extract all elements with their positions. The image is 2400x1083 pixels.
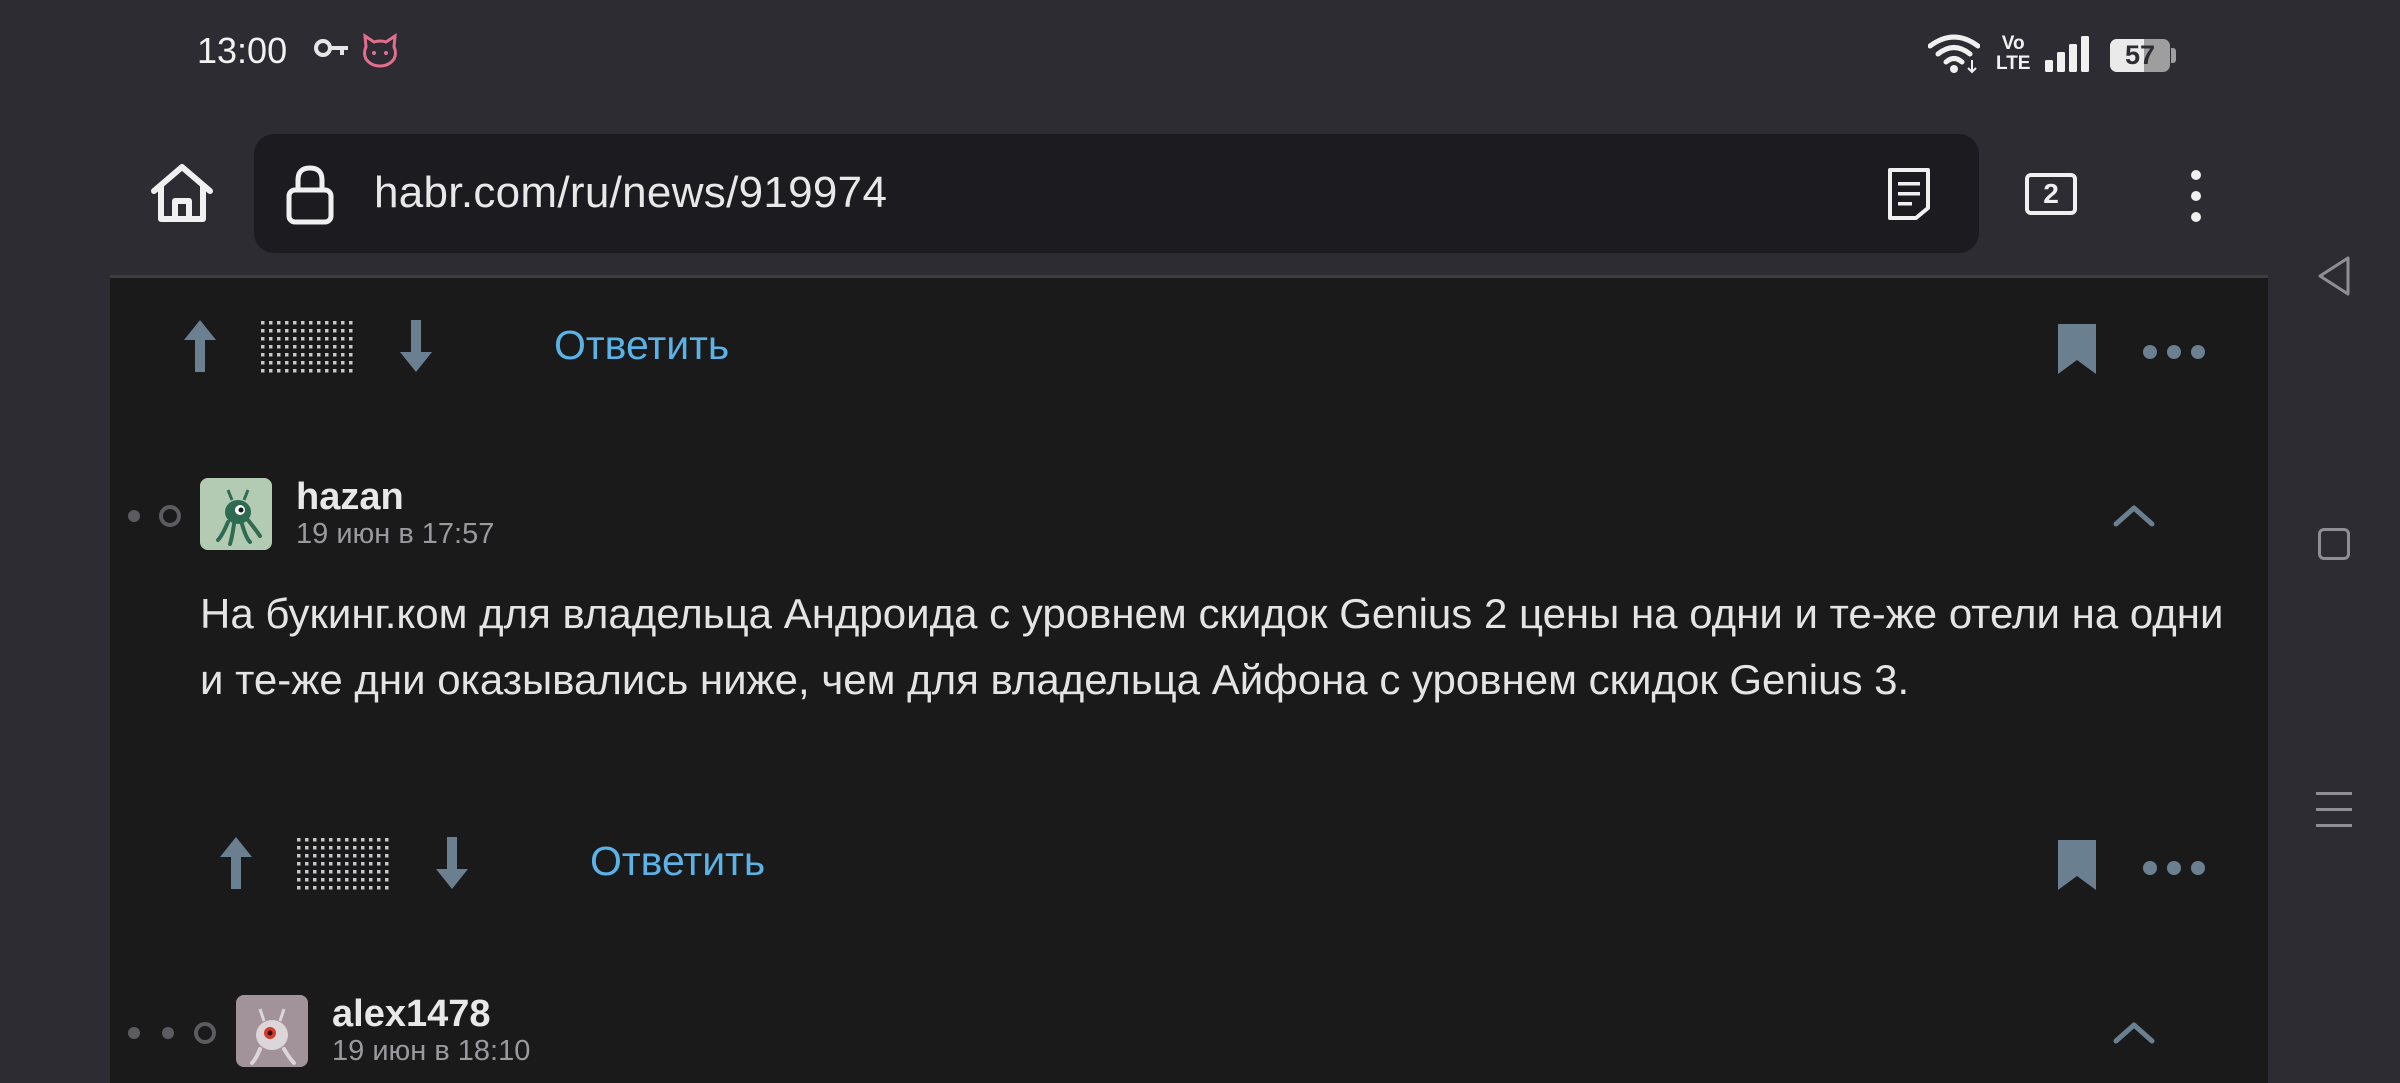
home-icon — [151, 164, 213, 222]
tab-count: 2 — [2043, 178, 2059, 209]
volte-bottom-label: LTE — [1996, 53, 2031, 74]
comment-username[interactable]: hazan — [296, 476, 404, 519]
url-text[interactable]: habr.com/ru/news/919974 — [374, 164, 887, 222]
volte-icon: Vo LTE — [1996, 34, 2030, 74]
bookmark-icon[interactable] — [2056, 838, 2098, 892]
tabs-icon: 2 — [2025, 173, 2077, 215]
battery-icon: 57 — [2110, 39, 2170, 72]
rating-hidden-icon — [260, 320, 356, 374]
thread-ring — [159, 505, 181, 527]
rating-hidden-icon — [296, 837, 392, 891]
vote-down-icon[interactable] — [396, 318, 436, 374]
volte-top-label: Vo — [2001, 33, 2025, 54]
page-content[interactable]: Ответить hazan 19 июн в 17:57 На букинг.… — [110, 275, 2268, 1083]
more-icon[interactable] — [2142, 858, 2206, 878]
vote-up-icon[interactable] — [180, 318, 220, 374]
collapse-icon[interactable] — [2110, 500, 2158, 530]
more-icon[interactable] — [2142, 342, 2206, 362]
reader-mode-icon — [1888, 168, 1930, 220]
cat-icon — [363, 33, 397, 68]
url-bar[interactable]: habr.com/ru/news/919974 — [254, 134, 1979, 253]
key-icon — [314, 39, 348, 57]
comment-time[interactable]: 19 июн в 17:57 — [296, 518, 494, 551]
thread-ring — [194, 1022, 216, 1044]
status-time: 13:00 — [197, 30, 288, 71]
bookmark-icon[interactable] — [2056, 322, 2098, 376]
thread-dot — [128, 510, 140, 522]
reply-link[interactable]: Ответить — [590, 838, 765, 885]
back-icon[interactable] — [2314, 254, 2354, 298]
battery-tip — [2171, 48, 2176, 63]
reply-link[interactable]: Ответить — [554, 322, 729, 369]
vote-down-icon[interactable] — [432, 835, 472, 891]
signal-icon — [2045, 36, 2089, 72]
thread-dot — [128, 1027, 140, 1039]
home-square-icon[interactable] — [2318, 528, 2350, 560]
collapse-icon[interactable] — [2110, 1017, 2158, 1047]
thread-dot — [162, 1027, 174, 1039]
avatar[interactable] — [236, 995, 308, 1067]
tabs-button[interactable]: 2 — [2016, 168, 2086, 220]
avatar[interactable] — [200, 478, 272, 550]
battery-percent: 57 — [2124, 40, 2156, 70]
vote-up-icon[interactable] — [216, 835, 256, 891]
recents-icon[interactable] — [2316, 790, 2352, 830]
menu-button[interactable] — [2166, 160, 2226, 232]
menu-icon — [2191, 170, 2201, 222]
comment-username[interactable]: alex1478 — [332, 993, 491, 1036]
comment-time[interactable]: 19 июн в 18:10 — [332, 1035, 530, 1068]
reader-mode-button[interactable] — [1874, 164, 1944, 224]
comment-body: На букинг.ком для владельца Андроида с у… — [200, 590, 2224, 703]
lock-icon — [286, 165, 334, 225]
home-button[interactable] — [140, 157, 224, 229]
wifi-icon — [1928, 34, 1980, 74]
